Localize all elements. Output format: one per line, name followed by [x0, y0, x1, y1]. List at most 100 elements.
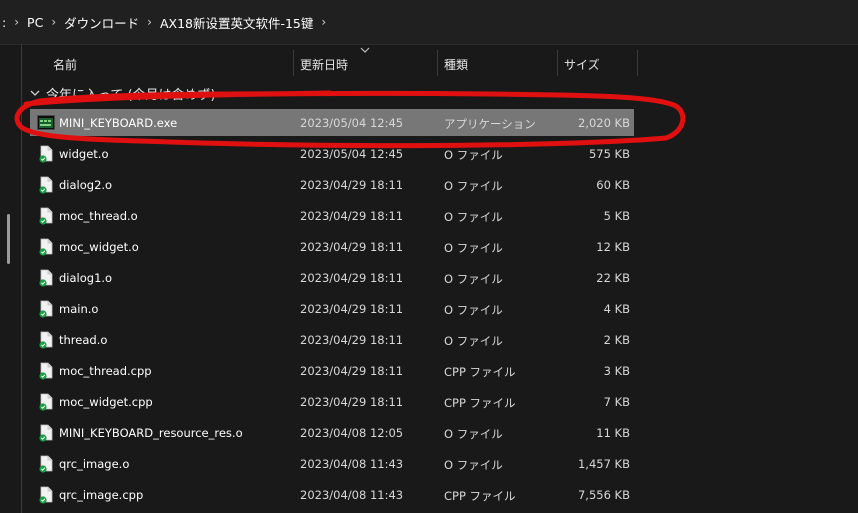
application-exe-icon — [37, 115, 55, 130]
file-size: 7,556 KB — [577, 488, 630, 502]
column-header-size[interactable]: サイズ — [564, 56, 600, 73]
file-modified-date: 2023/04/29 18:11 — [300, 302, 404, 316]
file-icon — [38, 207, 54, 225]
file-row[interactable]: moc_thread.o 2023/04/29 18:11 O ファイル 5 KB — [0, 201, 858, 232]
file-row[interactable]: dialog1.o 2023/04/29 18:11 O ファイル 22 KB — [0, 263, 858, 294]
file-name: moc_thread.o — [59, 209, 138, 223]
file-modified-date: 2023/05/04 12:45 — [300, 116, 404, 130]
file-icon — [38, 269, 54, 287]
file-row[interactable]: MINI_KEYBOARD_resource_res.o 2023/04/08 1… — [0, 418, 858, 449]
chevron-right-icon[interactable]: › — [51, 15, 56, 29]
column-divider[interactable] — [293, 50, 294, 76]
file-modified-date: 2023/04/29 18:11 — [300, 178, 404, 192]
file-name: widget.o — [59, 147, 109, 161]
file-name: dialog1.o — [59, 271, 113, 285]
file-type: O ファイル — [444, 272, 503, 286]
file-type: O ファイル — [444, 458, 503, 472]
file-row[interactable]: MINI_KEYBOARD.exe 2023/05/04 12:45 アプリケーショ… — [0, 108, 858, 139]
breadcrumb-root[interactable]: : — [2, 15, 6, 30]
file-row[interactable]: thread.o 2023/04/29 18:11 O ファイル 2 KB — [0, 325, 858, 356]
file-modified-date: 2023/04/29 18:11 — [300, 395, 404, 409]
file-name: dialog2.o — [59, 178, 113, 192]
chevron-right-icon[interactable]: › — [14, 15, 19, 29]
file-type: O ファイル — [444, 179, 503, 193]
file-type: CPP ファイル — [444, 396, 516, 410]
file-row[interactable]: dialog2.o 2023/04/29 18:11 O ファイル 60 KB — [0, 170, 858, 201]
column-divider[interactable] — [557, 50, 558, 76]
file-icon — [38, 300, 54, 318]
column-header-date[interactable]: 更新日時 — [300, 56, 348, 73]
file-icon — [38, 486, 54, 504]
file-type: O ファイル — [444, 427, 503, 441]
breadcrumb: : › PC › ダウンロード › AX18新设置英文软件-15键 › — [0, 0, 858, 45]
column-header-type[interactable]: 種類 — [444, 56, 468, 73]
file-icon — [38, 393, 54, 411]
file-type: O ファイル — [444, 303, 503, 317]
file-modified-date: 2023/04/08 12:05 — [300, 426, 404, 440]
file-row[interactable]: moc_widget.o 2023/04/29 18:11 O ファイル 12 KB — [0, 232, 858, 263]
file-type: アプリケーション — [444, 117, 536, 131]
breadcrumb-pc[interactable]: PC — [27, 15, 43, 30]
file-icon — [38, 145, 54, 163]
file-size: 575 KB — [588, 147, 630, 161]
file-name: main.o — [59, 302, 99, 316]
column-divider[interactable] — [637, 50, 638, 76]
file-name: thread.o — [59, 333, 108, 347]
file-size: 2 KB — [603, 333, 630, 347]
file-row[interactable]: moc_thread.cpp 2023/04/29 18:11 CPP ファイル 3 … — [0, 356, 858, 387]
file-row[interactable]: qrc_image.cpp 2023/04/08 11:43 CPP ファイル 7,5… — [0, 480, 858, 511]
group-header-label: 今年に入って (今月は含めず) — [46, 87, 216, 103]
column-header-name[interactable]: 名前 — [53, 56, 77, 73]
breadcrumb-downloads[interactable]: ダウンロード — [64, 13, 139, 32]
file-name: qrc_image.cpp — [59, 488, 144, 502]
file-row[interactable]: widget.o 2023/05/04 12:45 O ファイル 575 KB — [0, 139, 858, 170]
file-modified-date: 2023/04/29 18:11 — [300, 209, 404, 223]
file-name: MINI_KEYBOARD.exe — [59, 116, 178, 130]
file-modified-date: 2023/04/29 18:11 — [300, 271, 404, 285]
file-icon — [38, 424, 54, 442]
chevron-right-icon[interactable]: › — [321, 15, 326, 29]
file-icon — [38, 362, 54, 380]
file-icon — [38, 238, 54, 256]
file-icon — [38, 176, 54, 194]
file-size: 12 KB — [596, 240, 630, 254]
file-size: 60 KB — [596, 178, 630, 192]
file-icon — [38, 331, 54, 349]
file-type: O ファイル — [444, 148, 503, 162]
file-size: 4 KB — [603, 302, 630, 316]
file-modified-date: 2023/04/29 18:11 — [300, 240, 404, 254]
chevron-right-icon[interactable]: › — [147, 15, 152, 29]
file-modified-date: 2023/04/29 18:11 — [300, 364, 404, 378]
column-divider[interactable] — [437, 50, 438, 76]
file-name: qrc_image.o — [59, 457, 130, 471]
file-row[interactable]: qrc_image.o 2023/04/08 11:43 O ファイル 1,457 K… — [0, 449, 858, 480]
file-row[interactable]: moc_widget.cpp 2023/04/29 18:11 CPP ファイル 7 … — [0, 387, 858, 418]
file-row[interactable]: main.o 2023/04/29 18:11 O ファイル 4 KB — [0, 294, 858, 325]
file-modified-date: 2023/05/04 12:45 — [300, 147, 404, 161]
file-size: 1,457 KB — [577, 457, 630, 471]
file-type: O ファイル — [444, 334, 503, 348]
file-type: O ファイル — [444, 241, 503, 255]
file-modified-date: 2023/04/08 11:43 — [300, 488, 404, 502]
file-size: 7 KB — [603, 395, 630, 409]
file-size: 22 KB — [596, 271, 630, 285]
file-size: 2,020 KB — [577, 116, 630, 130]
file-type: CPP ファイル — [444, 365, 516, 379]
file-name: moc_thread.cpp — [59, 364, 152, 378]
file-type: O ファイル — [444, 210, 503, 224]
file-modified-date: 2023/04/29 18:11 — [300, 333, 404, 347]
file-size: 3 KB — [603, 364, 630, 378]
file-size: 11 KB — [596, 426, 630, 440]
chevron-down-icon — [30, 90, 40, 96]
file-icon — [38, 455, 54, 473]
file-type: CPP ファイル — [444, 489, 516, 503]
file-name: moc_widget.o — [59, 240, 139, 254]
sort-descending-icon — [360, 47, 370, 53]
file-modified-date: 2023/04/08 11:43 — [300, 457, 404, 471]
file-name: MINI_KEYBOARD_resource_res.o — [59, 426, 243, 440]
group-header-this-year[interactable]: 今年に入って (今月は含めず) — [29, 84, 216, 103]
breadcrumb-current-folder[interactable]: AX18新设置英文软件-15键 — [160, 13, 313, 32]
file-name: moc_widget.cpp — [59, 395, 153, 409]
column-header-row: 名前 更新日時 種類 サイズ — [0, 44, 858, 80]
file-size: 5 KB — [603, 209, 630, 223]
